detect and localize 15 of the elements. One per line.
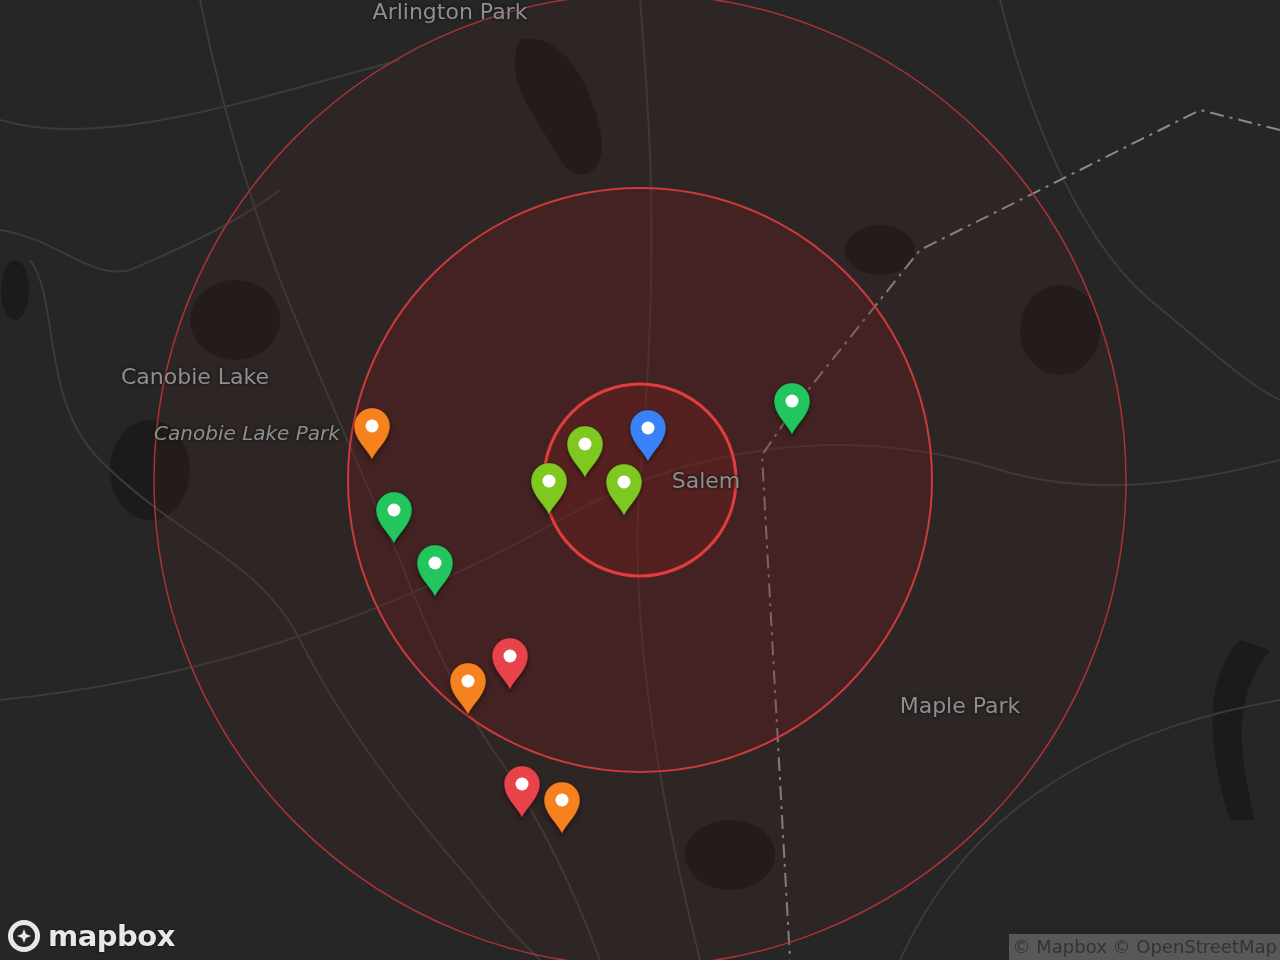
map-pin-icon[interactable]	[566, 425, 604, 479]
map-pin-icon[interactable]	[773, 382, 811, 436]
map-pin-icon[interactable]	[449, 662, 487, 716]
map-pin-icon[interactable]	[491, 637, 529, 691]
map-pin-icon[interactable]	[353, 407, 391, 461]
map-pin-icon[interactable]	[503, 765, 541, 819]
place-label: Maple Park	[899, 693, 1021, 719]
map-pin-icon[interactable]	[416, 544, 454, 598]
map-pin-icon[interactable]	[629, 409, 667, 463]
map-pin-icon[interactable]	[530, 462, 568, 516]
map-pin-icon[interactable]	[605, 463, 643, 517]
logo-wordmark[interactable]: mapbox	[48, 921, 175, 951]
map-pin-icon[interactable]	[543, 781, 581, 835]
map-pin-icon[interactable]	[375, 491, 413, 545]
logo-icon	[6, 918, 42, 954]
